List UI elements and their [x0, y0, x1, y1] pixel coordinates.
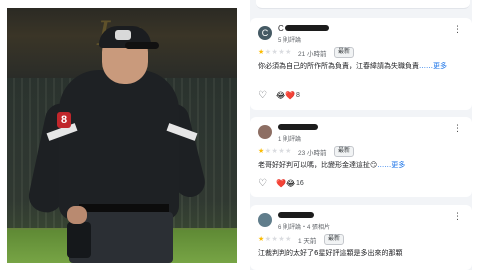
new-badge: 最新 — [334, 47, 355, 58]
umpire-photo: La 8 — [7, 8, 237, 263]
new-badge: 最新 — [324, 234, 345, 245]
reaction-emojis: 😂❤️ — [276, 91, 296, 100]
review-body: 老哥好好判可以嗎，比變形金達這扯😏 — [258, 161, 378, 169]
rating-stars: ★★★★★ — [258, 235, 292, 243]
more-vert-icon[interactable]: ⋮ — [453, 26, 462, 35]
more-vert-icon[interactable]: ⋮ — [453, 213, 462, 222]
more-vert-icon[interactable]: ⋮ — [453, 125, 462, 134]
review-list[interactable]: C C 5 則評論 ⋮ ★★★★★ 21 小時前 最新 你必須為自己的所作所為負… — [250, 0, 472, 270]
ball-pouch — [67, 222, 91, 258]
reviewer-name[interactable]: C — [278, 24, 284, 33]
reviewer-meta: 5 則評論 — [278, 38, 302, 44]
star-icon: ★★★★ — [264, 147, 292, 155]
reviewer-avatar[interactable]: C — [258, 26, 272, 40]
sleeve-number-badge: 8 — [57, 112, 71, 128]
redacted-name-bar — [278, 212, 314, 218]
reviewer-meta: 1 則評論 — [278, 137, 302, 143]
star-icon: ★ — [258, 235, 265, 243]
umpire-hand — [67, 206, 87, 224]
rating-stars: ★★★★★ — [258, 48, 292, 56]
umpire-belt — [79, 204, 169, 212]
review-time: 1 天前 — [298, 238, 317, 245]
redacted-name-bar — [278, 124, 318, 130]
review-body: 江裁判判的太好了6星好評這顆是多出來的那顆 — [258, 249, 403, 257]
umpire-cap-brim — [125, 42, 159, 49]
star-icon: ★ — [258, 147, 265, 155]
reviewer-avatar[interactable] — [258, 125, 272, 139]
heart-outline-icon[interactable]: ♡ — [258, 90, 267, 102]
more-link[interactable]: ……更多 — [377, 161, 405, 169]
heart-outline-icon[interactable]: ♡ — [258, 178, 267, 190]
reaction-emojis: ❤️😂 — [276, 179, 296, 188]
review-time: 23 小時前 — [298, 150, 327, 157]
reviewer-avatar[interactable] — [258, 213, 272, 227]
review-card: 1 則評論 ⋮ ★★★★★ 23 小時前 最新 老哥好好判可以嗎，比變形金達這扯… — [250, 117, 472, 197]
more-link[interactable]: ……更多 — [419, 62, 447, 70]
star-icon: ★ — [258, 48, 265, 56]
star-icon: ★★★★ — [264, 235, 292, 243]
review-text: 江裁判判的太好了6星好評這顆是多出來的那顆 — [258, 248, 466, 259]
star-icon: ★★★★ — [264, 48, 292, 56]
review-card: C C 5 則評論 ⋮ ★★★★★ 21 小時前 最新 你必須為自己的所作所為負… — [250, 18, 472, 110]
umpire-torso — [59, 70, 179, 220]
reviewer-meta: 6 則評論・4 張相片 — [278, 225, 331, 231]
review-card: 6 則評論・4 張相片 ⋮ ★★★★★ 1 天前 最新 江裁判判的太好了6星好評… — [250, 205, 472, 270]
review-text: 老哥好好判可以嗎，比變形金達這扯😏……更多 — [258, 160, 466, 171]
review-text: 你必須為自己的所作所為負責，江春緯請為失職負責……更多 — [258, 61, 466, 72]
review-time: 21 小時前 — [298, 51, 327, 58]
reaction-count: 16 — [296, 180, 304, 187]
rating-stars: ★★★★★ — [258, 147, 292, 155]
cap-logo — [115, 30, 131, 40]
previous-card-edge — [256, 0, 470, 9]
review-body: 你必須為自己的所作所為負責，江春緯請為失職負責 — [258, 62, 419, 70]
reaction-count: 8 — [296, 92, 300, 99]
new-badge: 最新 — [334, 146, 355, 157]
redacted-name-bar — [285, 25, 329, 31]
